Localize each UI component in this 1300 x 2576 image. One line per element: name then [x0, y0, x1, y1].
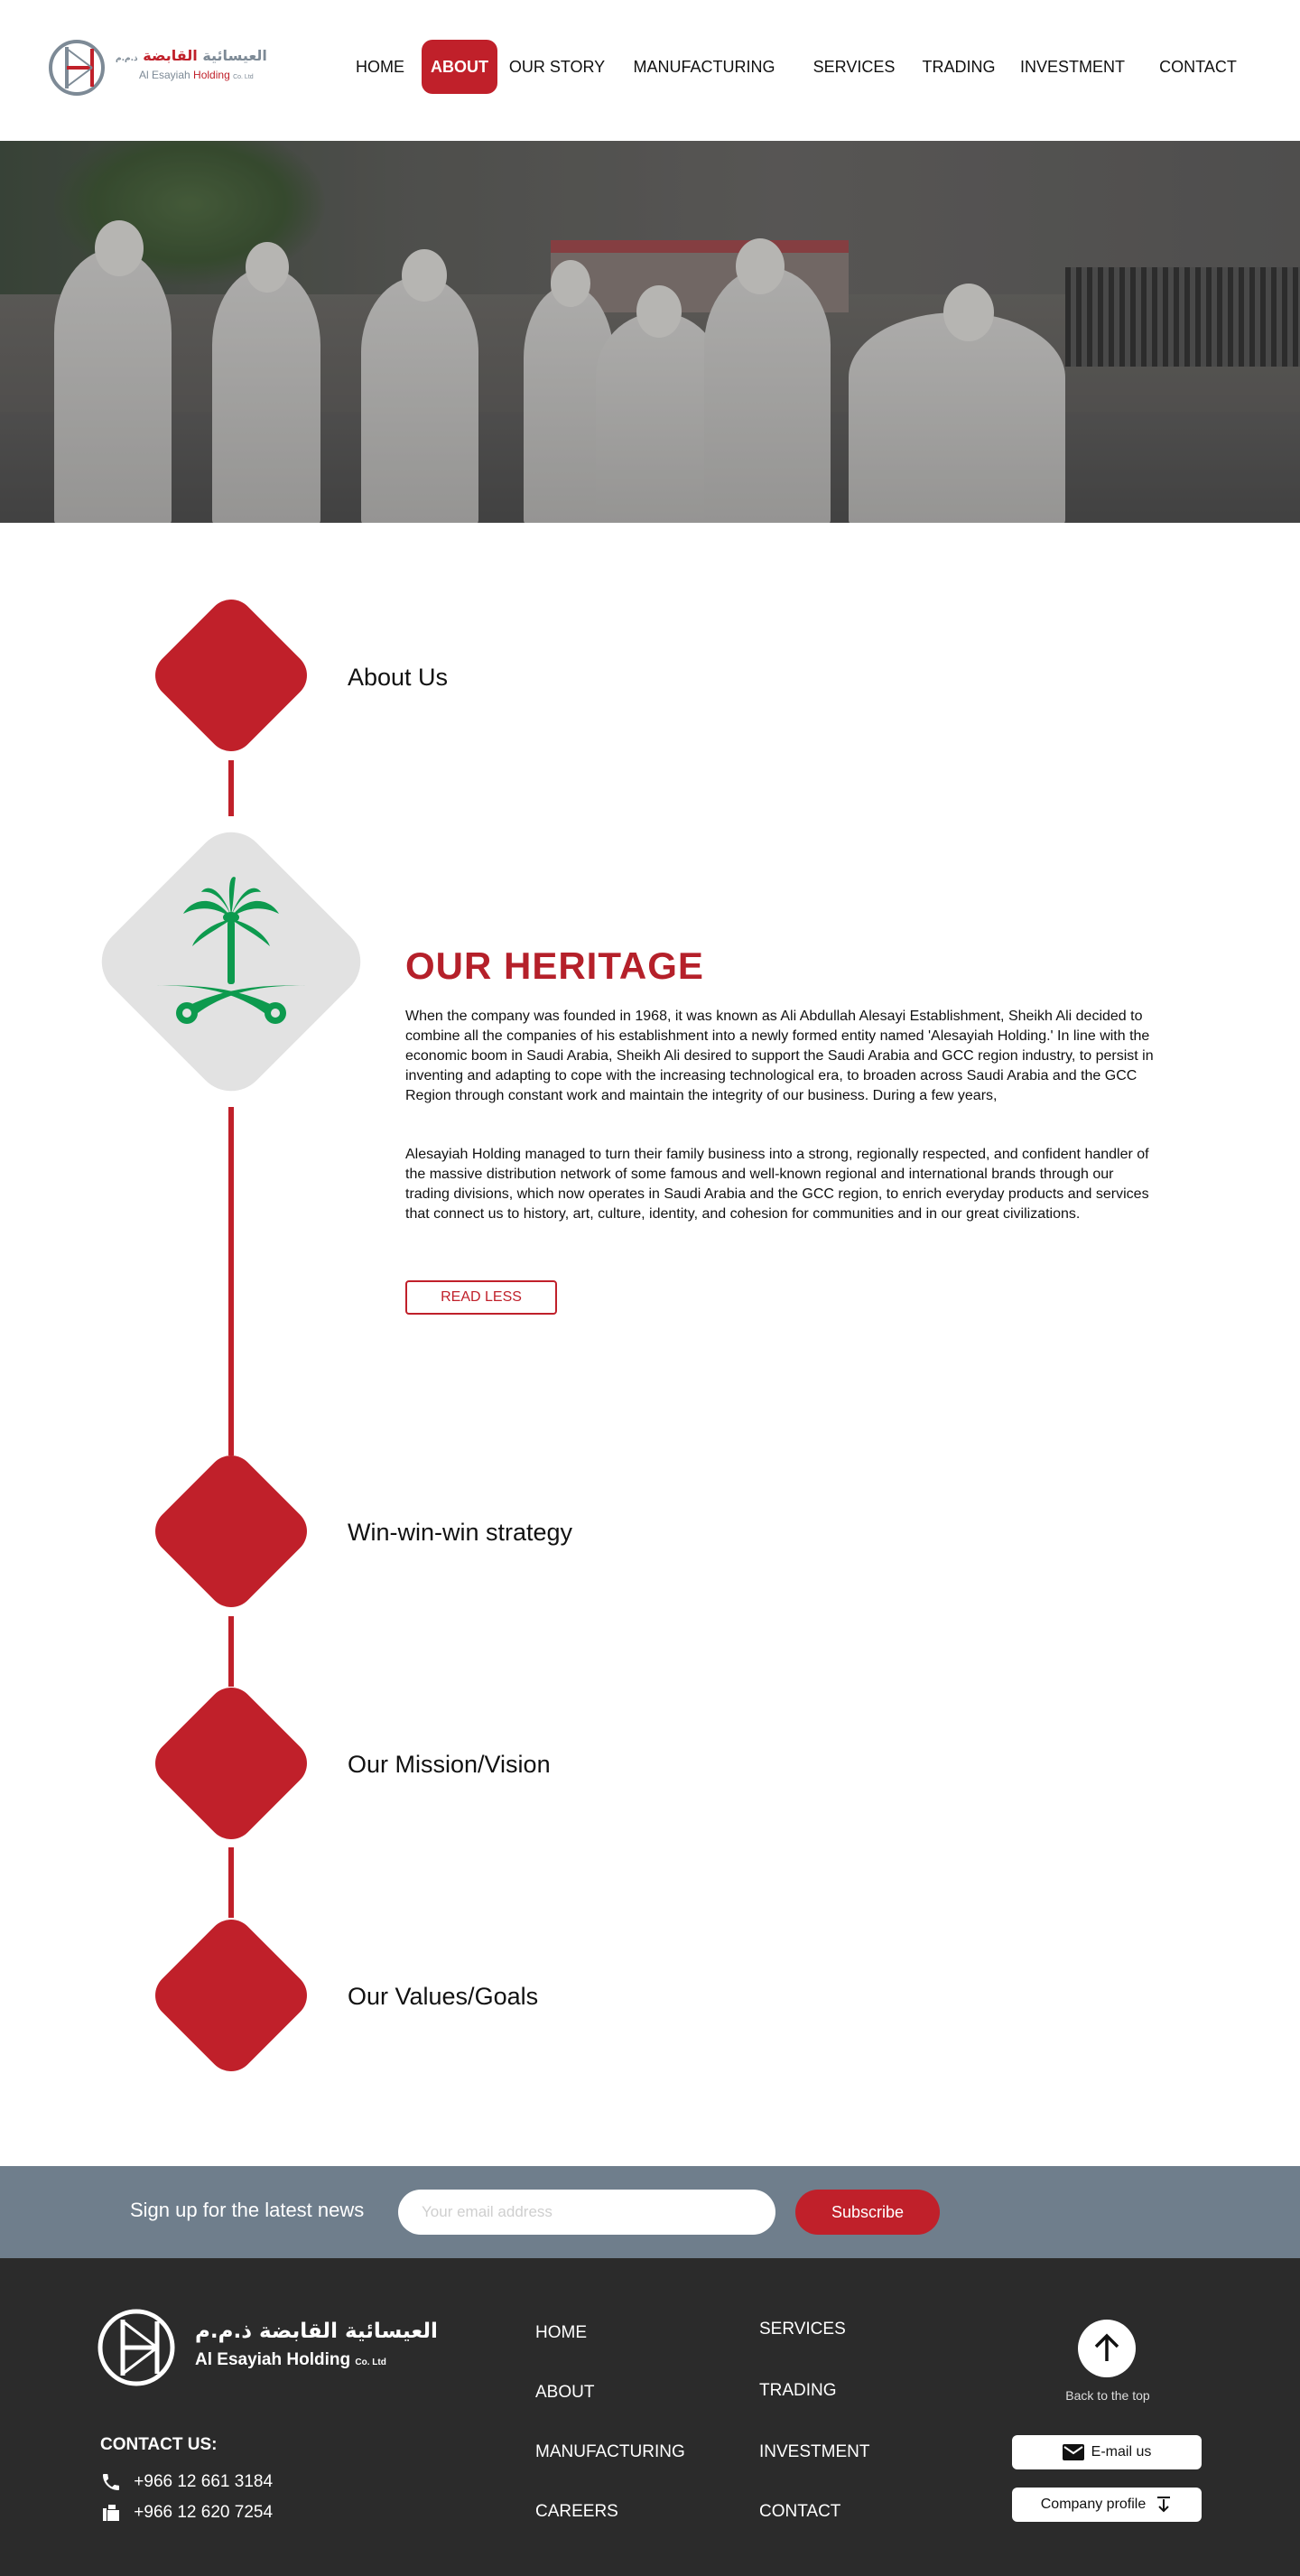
heritage-paragraph: When the company was founded in 1968, it…	[405, 1009, 1154, 1103]
footer-link-about[interactable]: ABOUT	[535, 2383, 594, 2403]
nav-home[interactable]: HOME	[350, 40, 410, 94]
nav-about[interactable]: ABOUT	[422, 40, 497, 94]
newsletter-label: Sign up for the latest news	[130, 2199, 365, 2221]
fax-number[interactable]: +966 12 620 7254	[100, 2502, 273, 2524]
timeline-label-about[interactable]: About Us	[348, 664, 448, 692]
timeline-connector	[228, 760, 234, 816]
arrow-up-icon	[1094, 2333, 1119, 2361]
back-to-top-button[interactable]	[1078, 2320, 1136, 2377]
timeline-label-strategy[interactable]: Win-win-win strategy	[348, 1519, 572, 1547]
company-logo[interactable]: العيسائية القابضة ذ.م.م Al Esayiah Holdi…	[47, 38, 267, 98]
company-profile-button[interactable]: Company profile	[1012, 2488, 1202, 2522]
footer-link-services[interactable]: SERVICES	[759, 2320, 846, 2339]
saudi-emblem-icon	[156, 877, 306, 1024]
subscribe-button[interactable]: Subscribe	[795, 2190, 940, 2235]
phone-icon	[103, 2474, 119, 2490]
newsletter-bar: Sign up for the latest news Subscribe	[0, 2166, 1300, 2258]
nav-manufacturing[interactable]: MANUFACTURING	[632, 40, 776, 94]
timeline-connector	[228, 1616, 234, 1687]
site-header: العيسائية القابضة ذ.م.م Al Esayiah Holdi…	[0, 0, 1300, 141]
footer-logo-mark-icon	[98, 2309, 175, 2386]
timeline-diamond-values[interactable]	[145, 1910, 317, 2081]
footer-logo-english: Al Esayiah Holding Co. Ltd	[195, 2350, 386, 2369]
footer-link-trading[interactable]: TRADING	[759, 2381, 837, 2401]
footer-link-contact[interactable]: CONTACT	[759, 2502, 840, 2522]
timeline-connector	[228, 1847, 234, 1918]
nav-investment[interactable]: INVESTMENT	[1020, 40, 1125, 94]
read-less-button[interactable]: READ LESS	[405, 1280, 557, 1315]
footer-logo[interactable]: العيسائية القابضة ذ.م.م Al Esayiah Holdi…	[96, 2307, 438, 2388]
logo-mark-icon	[49, 40, 105, 96]
timeline-diamond-mission[interactable]	[145, 1678, 317, 1849]
phone-number[interactable]: +966 12 661 3184	[100, 2471, 273, 2493]
footer-link-investment[interactable]: INVESTMENT	[759, 2442, 869, 2462]
heritage-title: OUR HERITAGE	[405, 944, 704, 987]
footer-link-careers[interactable]: CAREERS	[535, 2502, 618, 2522]
back-to-top-label[interactable]: Back to the top	[1040, 2388, 1175, 2403]
footer-link-home[interactable]: HOME	[535, 2323, 587, 2343]
timeline-connector	[228, 1107, 234, 1455]
footer-logo-arabic: العيسائية القابضة ذ.م.م	[195, 2320, 438, 2343]
nav-trading[interactable]: TRADING	[918, 40, 999, 94]
timeline-diamond-about[interactable]	[145, 590, 317, 761]
timeline-label-values[interactable]: Our Values/Goals	[348, 1983, 538, 2011]
hero-image	[0, 141, 1300, 523]
envelope-icon	[1062, 2443, 1084, 2460]
footer-link-manufacturing[interactable]: MANUFACTURING	[535, 2442, 685, 2462]
nav-services[interactable]: SERVICES	[812, 40, 896, 94]
timeline-label-mission[interactable]: Our Mission/Vision	[348, 1751, 551, 1779]
site-footer: العيسائية القابضة ذ.م.م Al Esayiah Holdi…	[0, 2258, 1300, 2576]
fax-icon	[103, 2505, 119, 2521]
heritage-paragraph: Alesayiah Holding managed to turn their …	[405, 1147, 1149, 1222]
email-us-button[interactable]: E-mail us	[1012, 2435, 1202, 2469]
nav-contact[interactable]: CONTACT	[1156, 40, 1240, 94]
timeline-diamond-strategy[interactable]	[145, 1446, 317, 1617]
logo-arabic-text: العيسائية القابضة ذ.م.م	[116, 47, 267, 64]
download-icon	[1157, 2496, 1171, 2513]
logo-english-text: Al Esayiah Holding Co. Ltd	[139, 69, 254, 81]
email-input[interactable]	[398, 2190, 775, 2235]
contact-title: CONTACT US:	[100, 2435, 218, 2454]
nav-our-story[interactable]: OUR STORY	[507, 40, 607, 94]
